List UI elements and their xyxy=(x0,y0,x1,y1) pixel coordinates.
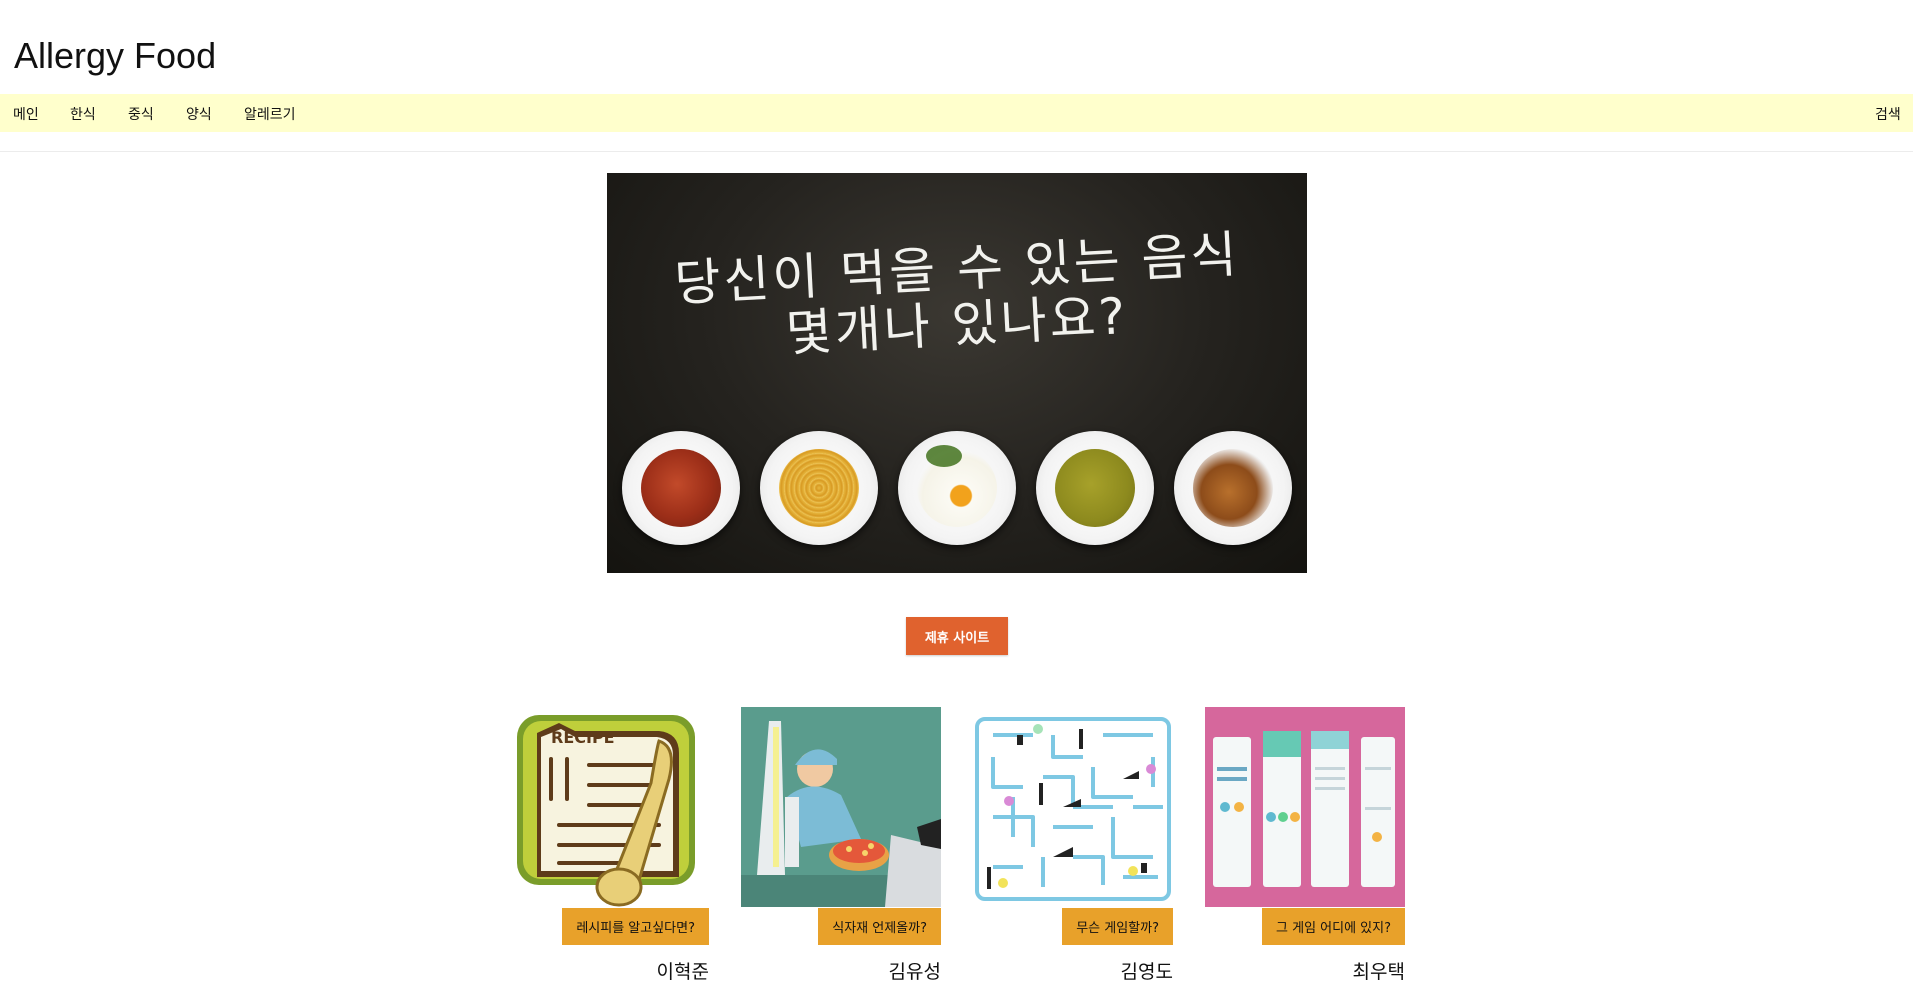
nav-item-korean[interactable]: 한식 xyxy=(70,104,96,124)
header: Allergy Food xyxy=(0,0,1913,94)
app-screens-icon[interactable] xyxy=(1205,707,1405,907)
game-card-author: 김영도 xyxy=(1120,961,1173,983)
delivery-card-button[interactable]: 식자재 언제올까? xyxy=(818,908,941,945)
partner-site-button[interactable]: 제휴 사이트 xyxy=(906,617,1008,655)
nav-item-chinese[interactable]: 중식 xyxy=(128,104,154,124)
hero-banner: 당신이 먹을 수 있는 음식 몇개나 있나요? xyxy=(607,173,1307,573)
delivery-card-author: 김유성 xyxy=(888,961,941,983)
nav-item-search[interactable]: 검색 xyxy=(1875,104,1901,124)
recipe-card-author: 이혁준 xyxy=(656,961,709,983)
nav-item-allergy[interactable]: 알레르기 xyxy=(244,104,296,124)
app-card-author: 최우택 xyxy=(1352,961,1405,983)
app-card-button[interactable]: 그 게임 어디에 있지? xyxy=(1262,908,1405,945)
soup-plate-image xyxy=(622,431,740,545)
delivery-card: 식자재 언제올까? 김유성 xyxy=(741,707,941,983)
recipe-card-button[interactable]: 레시피를 알고싶다면? xyxy=(562,908,709,945)
nav-item-western[interactable]: 양식 xyxy=(186,104,212,124)
pea-soup-plate-image xyxy=(1036,431,1154,545)
app-card: 그 게임 어디에 있지? 최우택 xyxy=(1205,707,1405,983)
svg-text:RECIPE: RECIPE xyxy=(551,728,615,747)
nav-item-main[interactable]: 메인 xyxy=(13,104,39,124)
recipe-icon[interactable]: RECIPE xyxy=(509,707,709,907)
site-title: Allergy Food xyxy=(14,35,217,76)
main-navbar: 메인 한식 중식 양식 알레르기 검색 xyxy=(0,94,1913,132)
croissant-plate-image xyxy=(1174,431,1292,545)
game-card-button[interactable]: 무슨 게임할까? xyxy=(1062,908,1173,945)
delivery-icon[interactable] xyxy=(741,707,941,907)
recipe-card: RECIPE 레시피를 알고싶다면? 이혁준 xyxy=(509,707,709,983)
maze-game-icon[interactable] xyxy=(973,707,1173,907)
egg-plate-image xyxy=(898,431,1016,545)
pasta-plate-image xyxy=(760,431,878,545)
header-divider xyxy=(0,151,1913,152)
game-card: 무슨 게임할까? 김영도 xyxy=(973,707,1173,983)
